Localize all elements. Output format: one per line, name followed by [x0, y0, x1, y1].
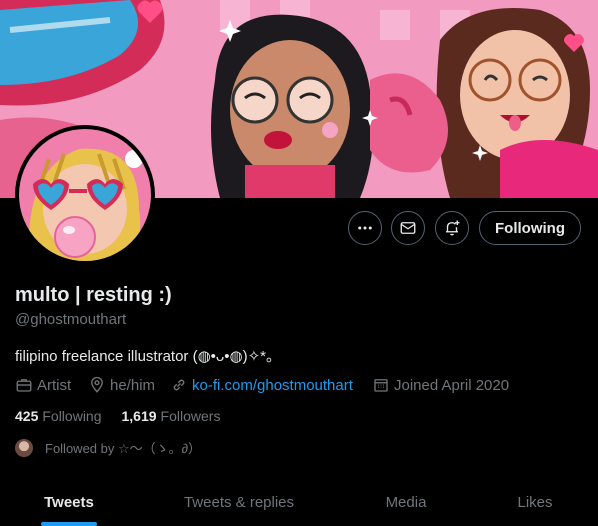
profile-link[interactable]: ko-fi.com/ghostmouthart — [170, 376, 353, 394]
followed-by[interactable]: Followed by ☆～（ゝ。∂） — [15, 438, 201, 457]
briefcase-icon — [16, 379, 32, 392]
link-icon — [173, 379, 185, 391]
followed-by-label: Followed by ☆～（ゝ。∂） — [45, 441, 202, 456]
category-label: Artist — [37, 376, 72, 394]
more-icon — [358, 226, 372, 230]
active-tab-indicator — [41, 522, 97, 526]
profile-joined: Joined April 2020 — [372, 376, 509, 394]
following-link[interactable]: 425 Following — [15, 408, 102, 424]
followers-count: 1,619 — [121, 408, 157, 424]
followers-label: Followers — [160, 408, 221, 424]
tab-tweets[interactable]: Tweets — [0, 478, 138, 526]
calendar-icon — [374, 379, 388, 392]
tab-label: Media — [385, 493, 427, 511]
profile-bio: filipino freelance illustrator (◍•ᴗ•◍)✧*… — [15, 348, 282, 365]
profile-avatar[interactable] — [15, 125, 155, 265]
followers-link[interactable]: 1,619 Followers — [122, 408, 221, 424]
tab-label: Tweets & replies — [183, 493, 295, 511]
following-label: Following — [42, 408, 102, 424]
pronouns-label: he/him — [110, 376, 156, 394]
profile-name: multo | resting :) — [15, 284, 172, 306]
mail-icon — [400, 222, 416, 234]
tab-likes[interactable]: Likes — [472, 478, 598, 526]
avatar — [15, 438, 33, 457]
tab-tweets-and-replies[interactable]: Tweets & replies — [138, 478, 340, 526]
profile-tabs: Tweets Tweets & replies Media Likes — [0, 478, 598, 526]
more-button[interactable] — [348, 211, 382, 245]
tab-label: Likes — [517, 493, 553, 511]
following-count: 425 — [15, 408, 39, 424]
website-link[interactable]: ko-fi.com/ghostmouthart — [192, 377, 353, 394]
tab-media[interactable]: Media — [340, 478, 472, 526]
message-button[interactable] — [391, 211, 425, 245]
profile-location: he/him — [88, 376, 155, 394]
following-button[interactable]: Following — [479, 211, 581, 245]
notify-button[interactable] — [435, 211, 469, 245]
tab-label: Tweets — [44, 493, 94, 511]
profile-handle: @ghostmouthart — [15, 311, 127, 328]
location-pin-icon — [91, 376, 103, 393]
joined-label: Joined April 2020 — [394, 376, 510, 394]
follow-stats: 425 Following 1,619 Followers — [15, 408, 220, 424]
bell-plus-icon — [446, 220, 460, 236]
profile-category: Artist — [15, 376, 71, 394]
